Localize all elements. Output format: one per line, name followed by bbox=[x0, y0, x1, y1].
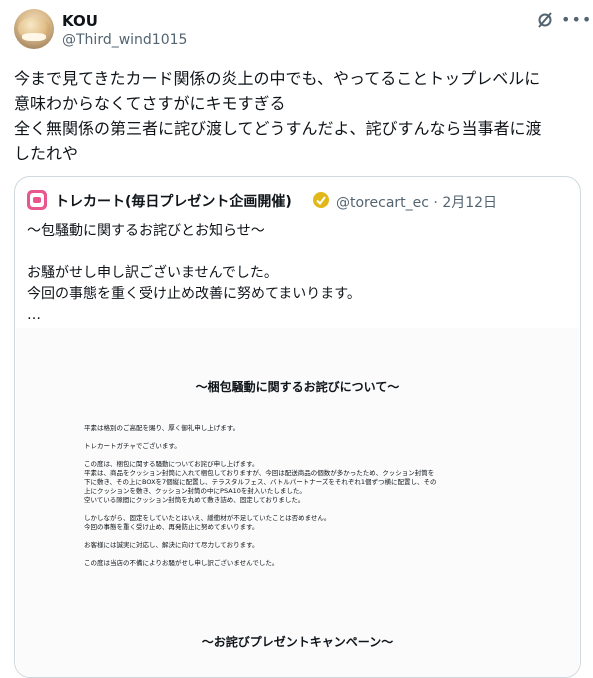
notice-line: 上にクッションを敷き、クッション封筒の中にPSA10を封入いたしました。 bbox=[84, 487, 306, 495]
notice-line bbox=[84, 451, 524, 460]
avatar-logo-mark bbox=[33, 197, 41, 203]
quote-text-line: 〜包騒動に関するお詫びとお知らせ〜 bbox=[27, 223, 265, 239]
meta-separator: · bbox=[433, 195, 438, 211]
notice-line: トレカートガチャでございます。 bbox=[84, 442, 181, 450]
notice-line: この度は当店の不備によりお騒がせし申し訳ございませんでした。 bbox=[84, 559, 279, 567]
quote-attached-image[interactable]: 〜梱包騒動に関するお詫びについて〜 平素は格別のご高配を賜り、厚く御礼申し上げま… bbox=[16, 328, 579, 677]
quote-date[interactable]: 2月12日 bbox=[442, 195, 497, 211]
author-avatar[interactable] bbox=[14, 9, 54, 49]
image-notice-title: 〜梱包騒動に関するお詫びについて〜 bbox=[195, 380, 400, 394]
quote-author-avatar[interactable] bbox=[27, 190, 47, 210]
quote-author-name[interactable]: トレカート(毎日プレゼント企画開催) bbox=[55, 191, 292, 211]
notice-line: 平素は、商品をクッション封筒に入れて梱包しておりますが、今回は配送商品の個数が多… bbox=[84, 469, 435, 477]
quote-text-line bbox=[27, 242, 567, 263]
notice-line: 下に敷き、その上にBOXを7個縦に配置し、テラスタルフェス、バトルパートナーズを… bbox=[84, 478, 437, 486]
notice-line bbox=[84, 505, 524, 514]
image-notice-body: 平素は格別のご高配を賜り、厚く御礼申し上げます。 トレカートガチャでございます。… bbox=[84, 424, 524, 568]
notice-line: 平素は格別のご高配を賜り、厚く御礼申し上げます。 bbox=[84, 424, 240, 432]
quote-text-line: … bbox=[27, 307, 41, 323]
quote-author-handle[interactable]: @torecart_ec bbox=[336, 195, 429, 211]
quote-text-line: 今回の事態を重く受け止め改善に努めてまいります。 bbox=[27, 286, 361, 302]
quote-text: 〜包騒動に関するお詫びとお知らせ〜 お騒がせし申し訳ございませんでした。 今回の… bbox=[27, 221, 567, 326]
verified-badge-icon bbox=[313, 192, 329, 208]
more-icon[interactable]: ••• bbox=[561, 10, 592, 29]
tweet-text-line: 全く無関係の第三者に詫び渡してどうすんだよ、詫びすんなら当事者に渡 bbox=[14, 119, 542, 138]
notice-line bbox=[84, 433, 524, 442]
notice-line bbox=[84, 532, 524, 541]
notice-line bbox=[84, 550, 524, 559]
notice-line: 今回の事態を重く受け止め、再発防止に努めてまいります。 bbox=[84, 523, 259, 531]
tweet-text: 今まで見てきたカード関係の炎上の中でも、やってることトップレベルに 意味わからな… bbox=[14, 66, 584, 166]
author-name[interactable]: KOU bbox=[62, 12, 98, 30]
author-handle[interactable]: @Third_wind1015 bbox=[62, 32, 187, 48]
grok-icon[interactable] bbox=[536, 11, 554, 29]
tweet-text-line: したれや bbox=[14, 144, 79, 163]
notice-line: 空いている隙間にクッション封筒を丸めて敷き詰め、固定しておりました。 bbox=[84, 496, 305, 504]
tweet-text-line: 今まで見てきたカード関係の炎上の中でも、やってることトップレベルに bbox=[14, 69, 541, 88]
notice-line: しかしながら、固定をしていたとはいえ、緩衝材が不足していたことは否めません。 bbox=[84, 514, 331, 522]
image-campaign-title: 〜お詫びプレゼントキャンペーン〜 bbox=[201, 635, 394, 649]
notice-line: この度は、梱包に関する騒動についてお詫び申し上げます。 bbox=[84, 460, 259, 468]
quote-text-line: お騒がせし申し訳ございませんでした。 bbox=[27, 265, 278, 281]
avatar-filling-shape bbox=[22, 33, 46, 41]
notice-line: お客様には誠実に対応し、解決に向けて尽力しております。 bbox=[84, 541, 259, 549]
quote-meta: @torecart_ec · 2月12日 bbox=[336, 192, 497, 212]
tweet-text-line: 意味わからなくてさすがにキモすぎる bbox=[14, 94, 286, 113]
quoted-tweet[interactable]: トレカート(毎日プレゼント企画開催) @torecart_ec · 2月12日 … bbox=[14, 176, 581, 678]
